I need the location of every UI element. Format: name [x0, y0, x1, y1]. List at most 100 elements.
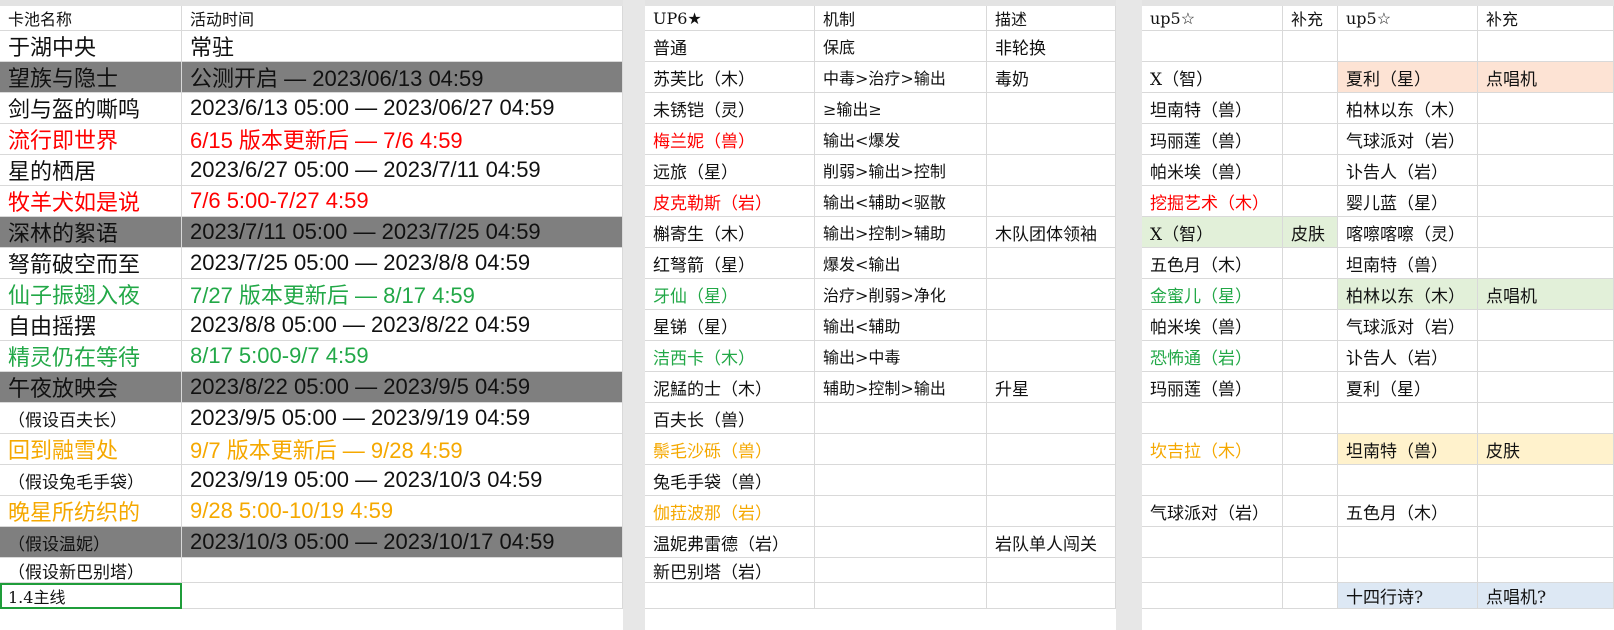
event-time-cell[interactable]: 7/27 版本更新后 — 8/17 4:59	[182, 279, 623, 310]
up6-cell[interactable]: 远旅（星）	[645, 155, 815, 186]
supplement-a-cell[interactable]	[1283, 434, 1338, 465]
header-up5-b[interactable]: up5☆	[1338, 6, 1478, 31]
up5-b-cell[interactable]: 坦南特（兽）	[1338, 248, 1478, 279]
up6-cell[interactable]: 新巴别塔（岩）	[645, 558, 815, 583]
supplement-b-cell[interactable]	[1478, 155, 1614, 186]
up5-a-cell[interactable]	[1142, 527, 1283, 558]
mechanism-cell[interactable]: 中毒>治疗>输出	[815, 62, 987, 93]
mechanism-cell[interactable]: 输出>控制>辅助	[815, 217, 987, 248]
up6-cell[interactable]: 苏芙比（木）	[645, 62, 815, 93]
up6-cell[interactable]: 泥鯭的士（木）	[645, 372, 815, 403]
supplement-b-cell[interactable]	[1478, 558, 1614, 583]
pool-name-cell[interactable]: （假设温妮）	[0, 527, 182, 558]
up5-a-cell[interactable]: 气球派对（岩）	[1142, 496, 1283, 527]
supplement-b-cell[interactable]: 点唱机?	[1478, 583, 1614, 609]
pool-name-cell[interactable]: 剑与盔的嘶鸣	[0, 93, 182, 124]
description-cell[interactable]: 升星	[987, 372, 1116, 403]
supplement-b-cell[interactable]	[1478, 496, 1614, 527]
event-time-cell[interactable]: 2023/9/5 05:00 — 2023/9/19 04:59	[182, 403, 623, 434]
mechanism-cell[interactable]: 输出<辅助<驱散	[815, 186, 987, 217]
event-time-cell[interactable]: 2023/7/11 05:00 — 2023/7/25 04:59	[182, 217, 623, 248]
up5-b-cell[interactable]: 夏利（星）	[1338, 372, 1478, 403]
description-cell[interactable]	[987, 558, 1116, 583]
up6-cell[interactable]: 星锑（星）	[645, 310, 815, 341]
pool-name-cell[interactable]: 晚星所纺织的	[0, 496, 182, 527]
supplement-b-cell[interactable]	[1478, 186, 1614, 217]
description-cell[interactable]	[987, 583, 1116, 609]
up5-b-cell[interactable]	[1338, 558, 1478, 583]
description-cell[interactable]: 毒奶	[987, 62, 1116, 93]
supplement-a-cell[interactable]	[1283, 341, 1338, 372]
supplement-a-cell[interactable]	[1283, 310, 1338, 341]
up5-b-cell[interactable]: 婴儿蓝（星）	[1338, 186, 1478, 217]
up6-cell[interactable]: 槲寄生（木）	[645, 217, 815, 248]
up5-b-cell[interactable]: 气球派对（岩）	[1338, 310, 1478, 341]
pool-name-cell[interactable]: 午夜放映会	[0, 372, 182, 403]
supplement-a-cell[interactable]: 皮肤	[1283, 217, 1338, 248]
up6-cell[interactable]: 皮克勒斯（岩）	[645, 186, 815, 217]
event-time-cell[interactable]: 常驻	[182, 31, 623, 62]
up6-cell[interactable]: 兔毛手袋（兽）	[645, 465, 815, 496]
supplement-b-cell[interactable]	[1478, 217, 1614, 248]
mechanism-cell[interactable]: ≥输出≥	[815, 93, 987, 124]
event-time-cell[interactable]: 2023/6/13 05:00 — 2023/06/27 04:59	[182, 93, 623, 124]
up5-b-cell[interactable]: 讣告人（岩）	[1338, 341, 1478, 372]
mechanism-cell[interactable]	[815, 496, 987, 527]
supplement-a-cell[interactable]	[1283, 465, 1338, 496]
supplement-b-cell[interactable]	[1478, 465, 1614, 496]
pool-name-cell[interactable]: （假设新巴别塔）	[0, 558, 182, 583]
event-time-cell[interactable]: 2023/10/3 05:00 — 2023/10/17 04:59	[182, 527, 623, 558]
up5-a-cell[interactable]: 玛丽莲（兽）	[1142, 124, 1283, 155]
header-supplement-a[interactable]: 补充	[1283, 6, 1338, 31]
up5-a-cell[interactable]: 挖掘艺术（木）	[1142, 186, 1283, 217]
pool-name-cell[interactable]: 于湖中央	[0, 31, 182, 62]
supplement-a-cell[interactable]	[1283, 372, 1338, 403]
up5-b-cell[interactable]: 五色月（木）	[1338, 496, 1478, 527]
event-time-cell[interactable]: 9/7 版本更新后 — 9/28 4:59	[182, 434, 623, 465]
supplement-a-cell[interactable]	[1283, 31, 1338, 62]
up5-a-cell[interactable]	[1142, 583, 1283, 609]
supplement-b-cell[interactable]	[1478, 403, 1614, 434]
supplement-b-cell[interactable]	[1478, 372, 1614, 403]
description-cell[interactable]	[987, 124, 1116, 155]
up5-b-cell[interactable]	[1338, 403, 1478, 434]
up6-cell[interactable]: 伽菈波那（岩）	[645, 496, 815, 527]
event-time-cell[interactable]: 6/15 版本更新后 — 7/6 4:59	[182, 124, 623, 155]
description-cell[interactable]	[987, 403, 1116, 434]
supplement-a-cell[interactable]	[1283, 93, 1338, 124]
event-time-cell[interactable]	[182, 583, 623, 609]
supplement-b-cell[interactable]: 点唱机	[1478, 62, 1614, 93]
pool-name-cell[interactable]: 精灵仍在等待	[0, 341, 182, 372]
header-description[interactable]: 描述	[987, 6, 1116, 31]
up5-b-cell[interactable]: 十四行诗?	[1338, 583, 1478, 609]
supplement-b-cell[interactable]	[1478, 31, 1614, 62]
pool-name-cell[interactable]: （假设百夫长）	[0, 403, 182, 434]
up5-a-cell[interactable]: 恐怖通（岩）	[1142, 341, 1283, 372]
up5-a-cell[interactable]	[1142, 31, 1283, 62]
up5-a-cell[interactable]: 坎吉拉（木）	[1142, 434, 1283, 465]
description-cell[interactable]	[987, 465, 1116, 496]
header-event-time[interactable]: 活动时间	[182, 6, 623, 31]
supplement-a-cell[interactable]	[1283, 583, 1338, 609]
supplement-a-cell[interactable]	[1283, 248, 1338, 279]
event-time-cell[interactable]: 2023/7/25 05:00 — 2023/8/8 04:59	[182, 248, 623, 279]
up5-a-cell[interactable]	[1142, 465, 1283, 496]
supplement-a-cell[interactable]	[1283, 279, 1338, 310]
event-time-cell[interactable]: 2023/9/19 05:00 — 2023/10/3 04:59	[182, 465, 623, 496]
supplement-a-cell[interactable]	[1283, 62, 1338, 93]
pool-name-cell[interactable]: 望族与隐士	[0, 62, 182, 93]
supplement-a-cell[interactable]	[1283, 558, 1338, 583]
up5-a-cell[interactable]: 帕米埃（兽）	[1142, 310, 1283, 341]
event-time-cell[interactable]	[182, 558, 623, 583]
supplement-a-cell[interactable]	[1283, 155, 1338, 186]
pool-name-cell[interactable]: 弩箭破空而至	[0, 248, 182, 279]
up5-b-cell[interactable]: 柏林以东（木）	[1338, 279, 1478, 310]
pool-name-cell[interactable]: 牧羊犬如是说	[0, 186, 182, 217]
pool-name-cell[interactable]: 流行即世界	[0, 124, 182, 155]
header-up5-a[interactable]: up5☆	[1142, 6, 1283, 31]
description-cell[interactable]: 岩队单人闯关	[987, 527, 1116, 558]
mechanism-cell[interactable]	[815, 403, 987, 434]
supplement-a-cell[interactable]	[1283, 496, 1338, 527]
event-time-cell[interactable]: 2023/8/22 05:00 — 2023/9/5 04:59	[182, 372, 623, 403]
up5-a-cell[interactable]: 帕米埃（兽）	[1142, 155, 1283, 186]
